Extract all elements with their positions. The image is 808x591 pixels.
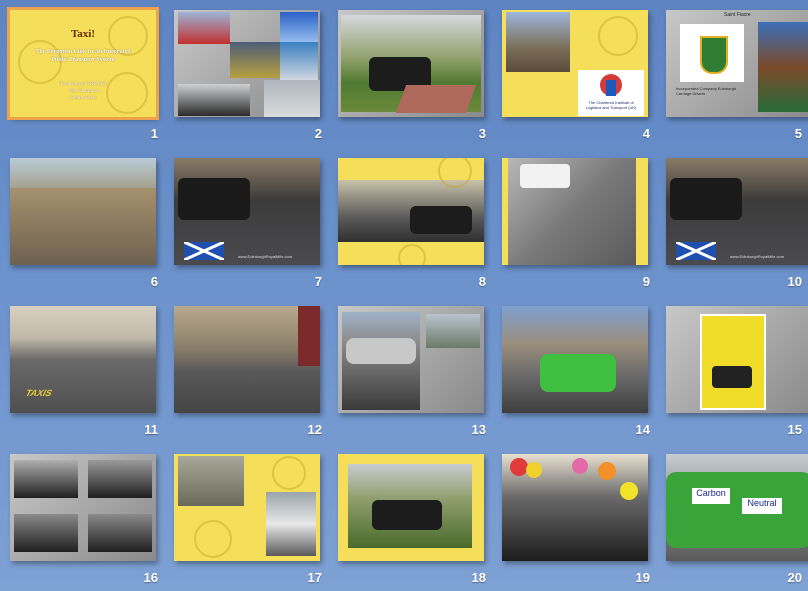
slide-thumbnail-16[interactable] bbox=[10, 454, 156, 561]
slide-thumbnail-12[interactable] bbox=[174, 306, 320, 413]
slide-thumbnail-2[interactable] bbox=[174, 10, 320, 117]
ciltuk-logo: The Chartered Institute of Logistics and… bbox=[578, 70, 644, 116]
green-taxi-photo bbox=[540, 354, 616, 392]
slide-number: 4 bbox=[642, 126, 650, 141]
slide-number: 6 bbox=[150, 274, 158, 289]
slide-number: 19 bbox=[635, 570, 650, 585]
stained-glass-image bbox=[758, 22, 808, 112]
slide-number: 16 bbox=[143, 570, 158, 585]
logo-caption: The Chartered Institute of Logistics and… bbox=[585, 100, 637, 110]
taxi-photo-2 bbox=[88, 460, 152, 498]
slide-number: 12 bbox=[307, 422, 322, 437]
coat-of-arms-image bbox=[680, 24, 744, 82]
slide-thumbnail-20[interactable]: Carbon Neutral bbox=[666, 454, 808, 561]
balloon-yellow bbox=[526, 462, 542, 478]
historic-street-photo bbox=[10, 188, 156, 265]
slide-thumbnail-18[interactable] bbox=[338, 454, 484, 561]
slide-caption: Incorporated Company Edinburgh Carriage … bbox=[676, 86, 737, 96]
vintage-taxi-photo bbox=[178, 456, 244, 506]
train-photo bbox=[230, 42, 280, 78]
taxis-street-photo bbox=[338, 180, 484, 242]
tram-photo bbox=[264, 80, 320, 117]
slide-thumbnail-6[interactable] bbox=[10, 158, 156, 265]
scottish-flag-icon bbox=[676, 242, 716, 260]
silver-car-photo bbox=[426, 314, 480, 348]
slide-number: 14 bbox=[635, 422, 650, 437]
green-taxi-photo bbox=[666, 472, 808, 548]
street-photo bbox=[298, 306, 320, 366]
slide-thumbnail-13[interactable] bbox=[338, 306, 484, 413]
slide-thumbnail-7[interactable]: www.EdinburghRoyalMile.com bbox=[174, 158, 320, 265]
slide-number: 10 bbox=[787, 274, 802, 289]
slide-number: 1 bbox=[150, 126, 158, 141]
white-van-photo bbox=[266, 492, 316, 556]
taxi-photo-3 bbox=[14, 514, 78, 552]
photo-credit: www.EdinburghRoyalMile.com bbox=[238, 254, 293, 259]
neutral-sign: Neutral bbox=[742, 498, 782, 514]
slide-number: 8 bbox=[478, 274, 486, 289]
slide-number: 9 bbox=[642, 274, 650, 289]
slide-thumbnail-19[interactable] bbox=[502, 454, 648, 561]
slide-thumbnail-15[interactable] bbox=[666, 306, 808, 413]
slide-title: Taxi! bbox=[70, 28, 96, 40]
taxi-rank-photo bbox=[670, 178, 742, 220]
photo-credit: www.EdinburghRoyalMile.com bbox=[730, 254, 785, 259]
building-photo bbox=[506, 12, 570, 72]
balloon-orange bbox=[598, 462, 616, 480]
slide-number: 17 bbox=[307, 570, 322, 585]
slide-thumbnail-9[interactable] bbox=[502, 158, 648, 265]
taxi-watermark-icon bbox=[598, 16, 638, 56]
slide-thumbnail-10[interactable]: www.EdinburghRoyalMile.com bbox=[666, 158, 808, 265]
slide-thumbnail-14[interactable] bbox=[502, 306, 648, 413]
station-photo bbox=[280, 42, 318, 80]
slide-number: 2 bbox=[314, 126, 322, 141]
car-park-photo bbox=[342, 312, 420, 410]
bus-photo bbox=[178, 12, 230, 44]
poster-image bbox=[700, 314, 766, 410]
slide-number: 3 bbox=[478, 126, 486, 141]
taxi-rank-photo bbox=[178, 178, 250, 220]
road-marking-text: TAXIS bbox=[23, 388, 55, 398]
slide-number: 5 bbox=[794, 126, 802, 141]
carbon-sign: Carbon bbox=[692, 488, 730, 504]
balloon-yellow bbox=[620, 482, 638, 500]
slide-thumbnail-8[interactable] bbox=[338, 158, 484, 265]
slide-thumbnail-11[interactable]: TAXIS bbox=[10, 306, 156, 413]
slide-sorter-grid: Taxi! The Forgotten Link In An Integrate… bbox=[0, 0, 808, 591]
taxi-watermark-icon bbox=[272, 456, 306, 490]
slide-thumbnail-1[interactable]: Taxi! The Forgotten Link In An Integrate… bbox=[7, 7, 159, 120]
slide-subtitle: The Forgotten Link In An Integrated Publ… bbox=[35, 49, 131, 63]
balloon-pink bbox=[572, 458, 588, 474]
slide-number: 11 bbox=[144, 422, 158, 437]
slide-number: 13 bbox=[471, 422, 486, 437]
taxi-photo-1 bbox=[14, 460, 78, 498]
slide-byline: Central Taxis bbox=[69, 96, 97, 101]
slide-byline: Tom Kenyon FIRM (?) bbox=[59, 82, 107, 87]
scottish-flag-icon bbox=[184, 242, 224, 260]
slide-header: Saint Fiacre bbox=[724, 12, 751, 18]
taxi-watermark-icon bbox=[398, 244, 426, 265]
slide-number: 7 bbox=[314, 274, 322, 289]
bus-lane-photo bbox=[508, 158, 636, 265]
slide-number: 18 bbox=[471, 570, 486, 585]
slide-number: 15 bbox=[787, 422, 802, 437]
slide-thumbnail-3[interactable] bbox=[338, 10, 484, 117]
taxi-photo-4 bbox=[88, 514, 152, 552]
taxi-in-park-photo bbox=[341, 15, 481, 113]
taxi-watermark-icon bbox=[194, 520, 232, 558]
airplane-photo bbox=[280, 12, 318, 44]
slide-thumbnail-17[interactable] bbox=[174, 454, 320, 561]
slide-byline: Vice Chairman bbox=[67, 89, 99, 94]
slide-thumbnail-4[interactable]: The Chartered Institute of Logistics and… bbox=[502, 10, 648, 117]
group-with-taxi-photo bbox=[348, 464, 472, 548]
slide-thumbnail-5[interactable]: Saint Fiacre Incorporated Company Edinbu… bbox=[666, 10, 808, 117]
slide-number: 20 bbox=[787, 570, 802, 585]
taxi-photo bbox=[178, 84, 250, 116]
